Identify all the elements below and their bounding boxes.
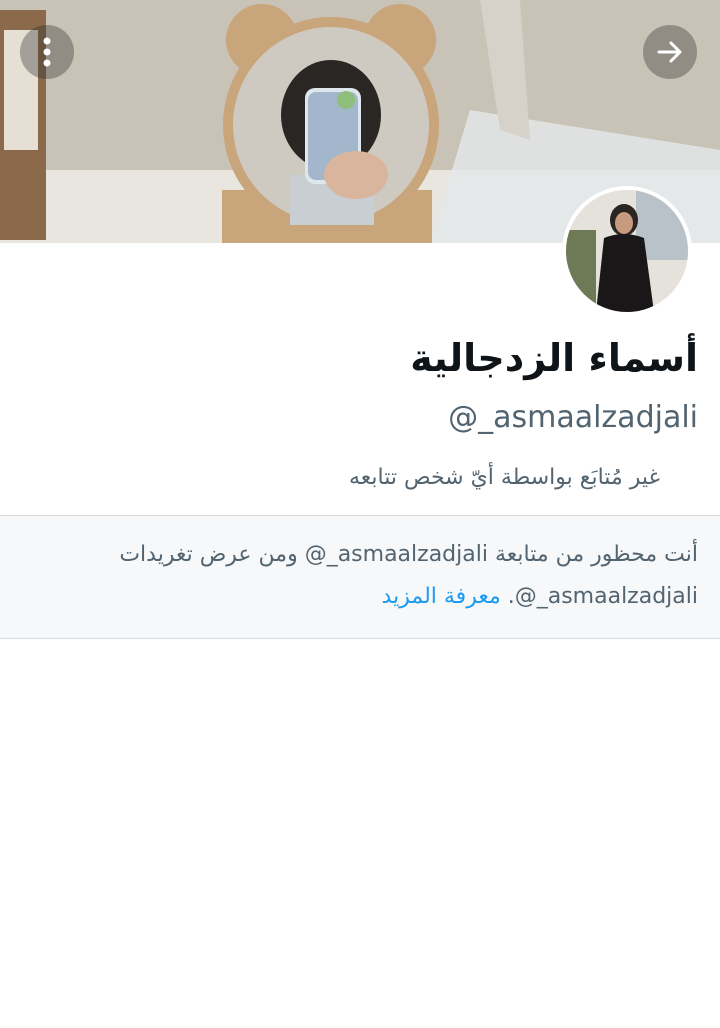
more-options-icon <box>43 37 51 67</box>
profile-handle: @_asmaalzadjali <box>448 400 698 435</box>
blocked-notice: أنت محظور من متابعة asmaalzadjali_@ ومن … <box>0 516 720 638</box>
arrow-right-icon <box>657 41 682 63</box>
divider-bottom <box>0 638 720 639</box>
profile-display-name: أسماء الزدجالية <box>410 336 698 380</box>
avatar-image <box>566 190 688 312</box>
more-options-button[interactable] <box>20 25 74 79</box>
learn-more-link[interactable]: معرفة المزيد <box>382 584 501 609</box>
blocked-notice-text: أنت محظور من متابعة asmaalzadjali_@ ومن … <box>18 534 698 618</box>
profile-avatar[interactable] <box>562 186 692 316</box>
forward-button[interactable] <box>643 25 697 79</box>
follow-status-text: غير مُتابَع بواسطة أيّ شخص تتابعه <box>349 465 660 490</box>
